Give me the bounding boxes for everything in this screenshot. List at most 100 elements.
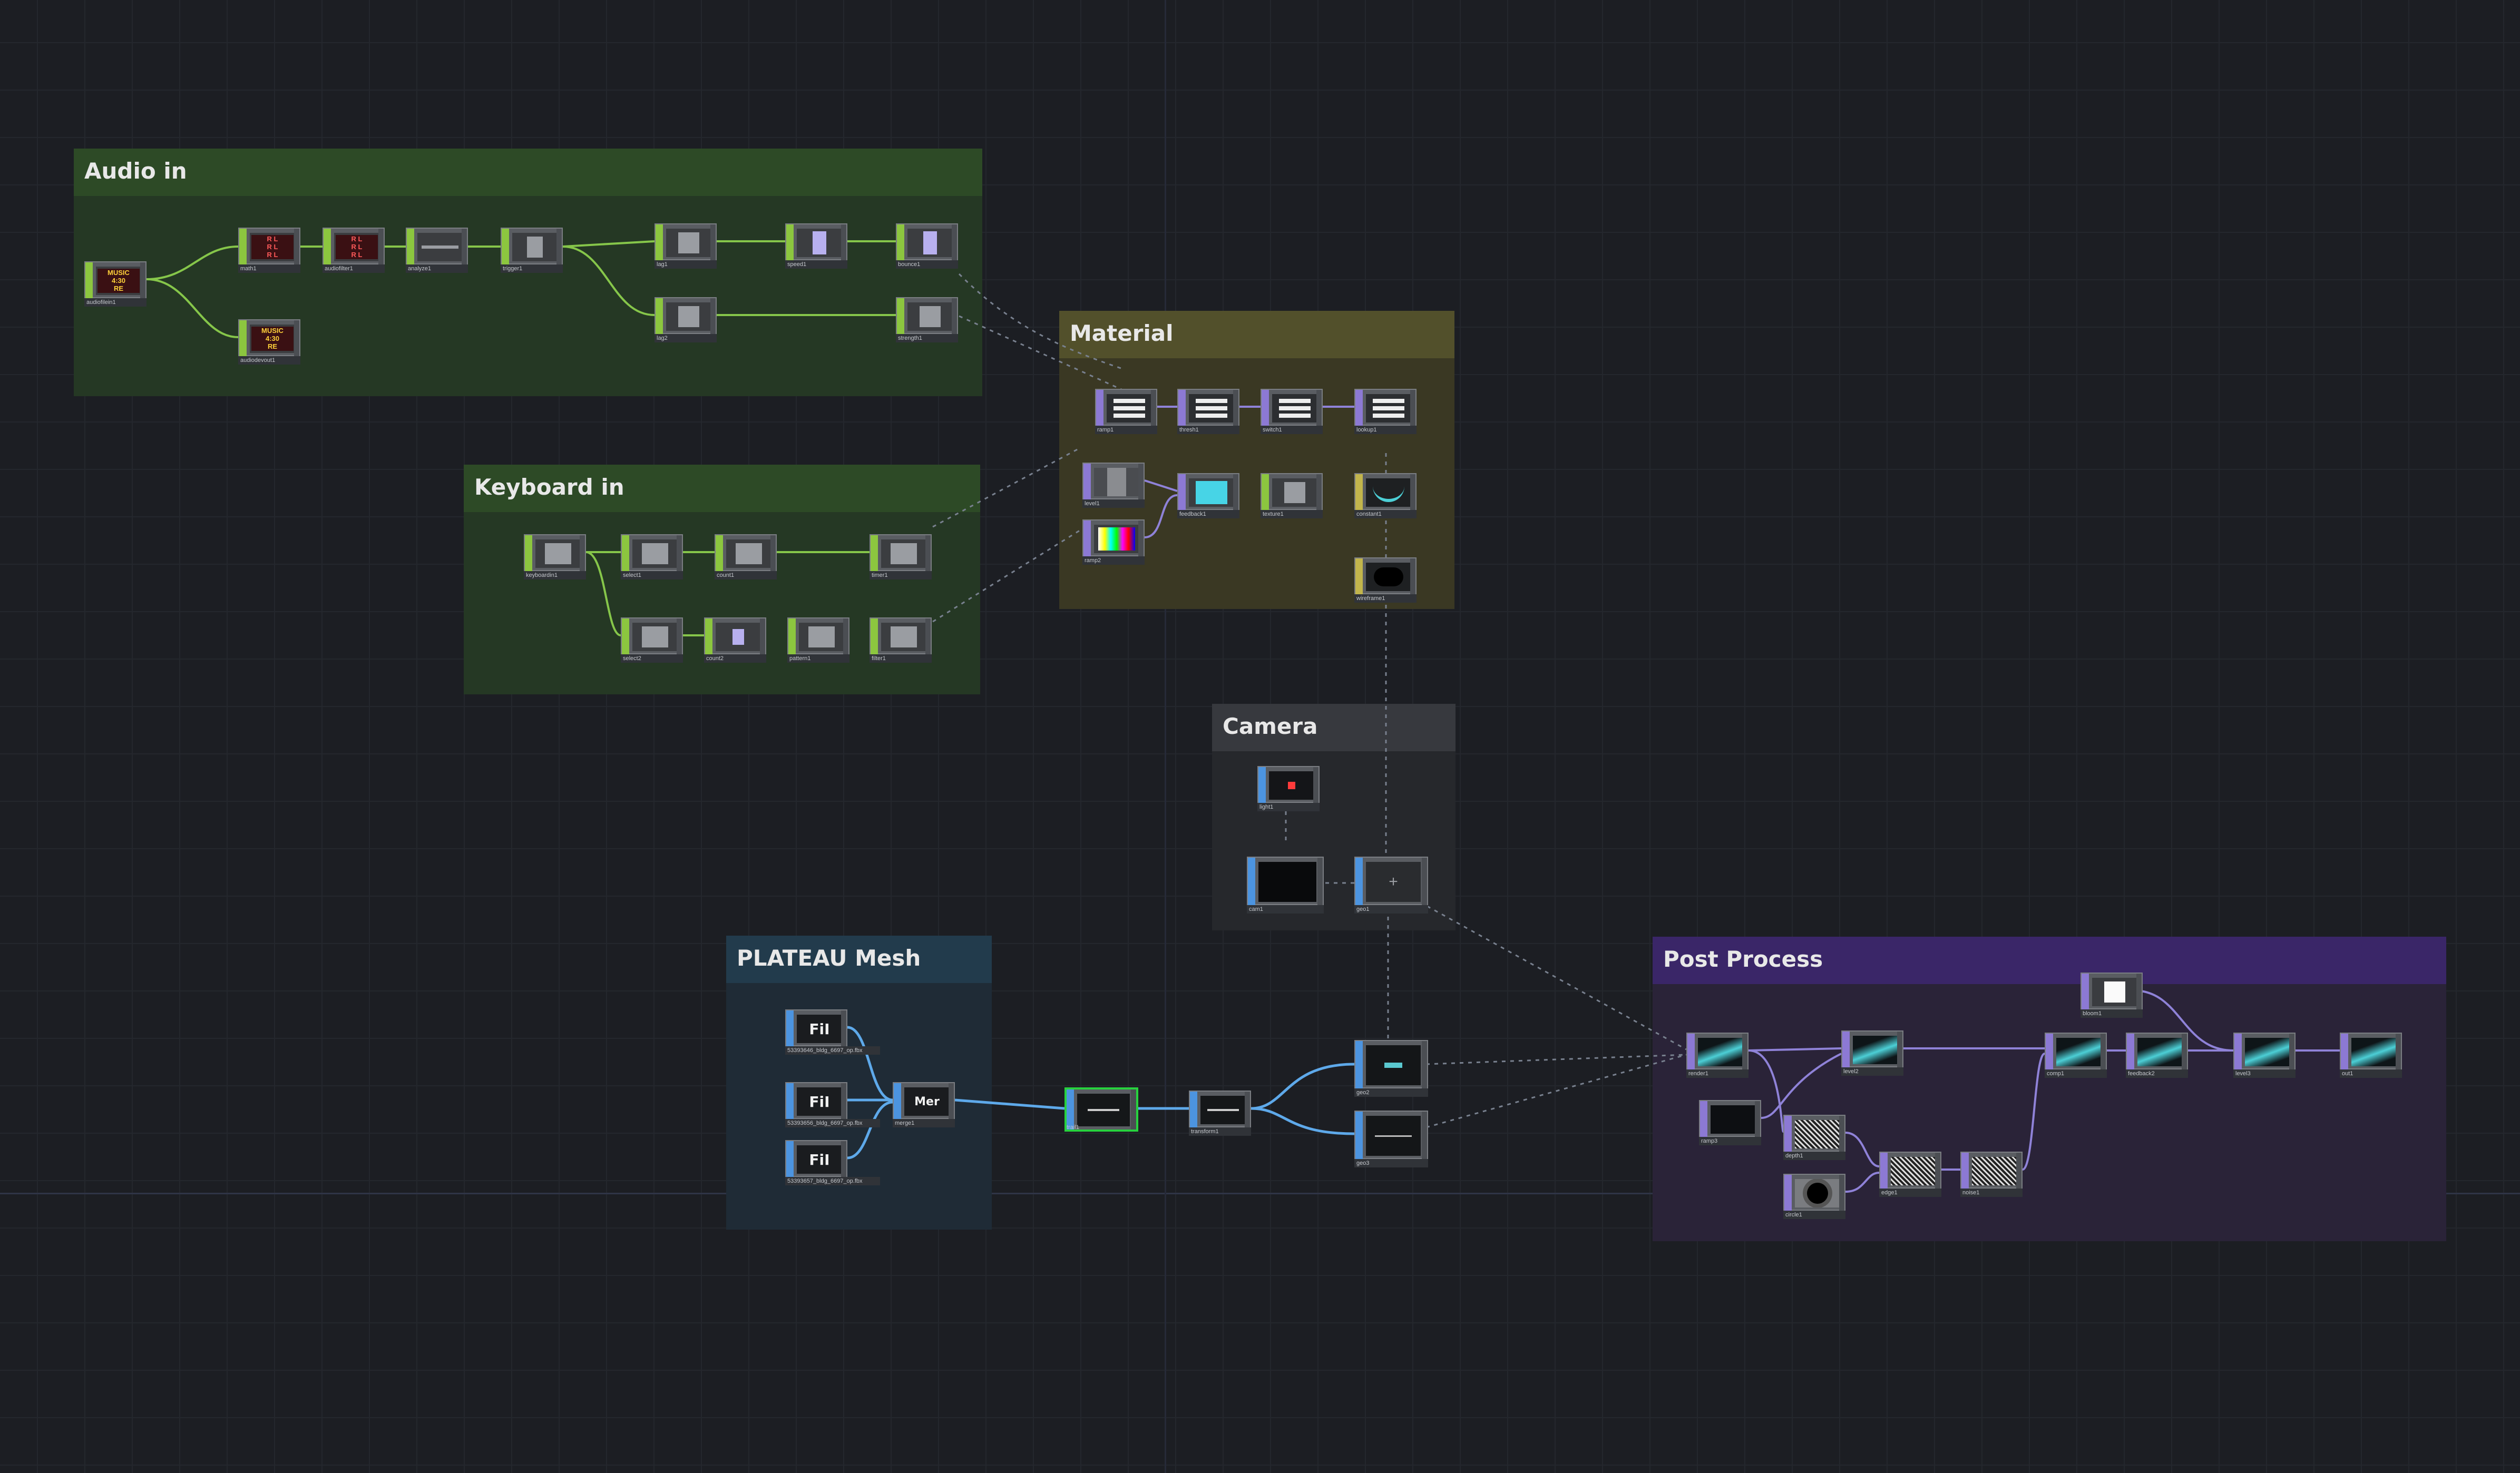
pattern-node[interactable]: pattern1 xyxy=(787,617,851,664)
node-name: timer1 xyxy=(870,571,932,580)
node-name: audiofilein1 xyxy=(84,298,146,307)
feedback-node[interactable]: feedback1 xyxy=(1177,473,1241,519)
reference-wire xyxy=(958,273,1123,370)
ramp2-node[interactable]: ramp2 xyxy=(1082,519,1146,566)
node-name: keyboardin1 xyxy=(524,571,586,580)
wire xyxy=(562,246,655,316)
node-name: geo2 xyxy=(1354,1088,1428,1097)
wire xyxy=(1748,1047,1842,1052)
wire xyxy=(1251,1063,1355,1110)
file-in-glyph: FiI xyxy=(809,1093,830,1111)
node-name: feedback2 xyxy=(2126,1069,2188,1078)
circle-node[interactable]: circle1 xyxy=(1783,1174,1847,1220)
ramp1-node[interactable]: ramp1 xyxy=(1095,389,1158,435)
node-name: audiofilter1 xyxy=(323,264,385,273)
select2-node[interactable]: select2 xyxy=(621,617,684,664)
reference-wire xyxy=(1425,1054,1687,1128)
lag2-node[interactable]: lag2 xyxy=(655,297,718,343)
audiofilter-node[interactable]: R LR LR L audiofilter1 xyxy=(323,228,386,274)
wire xyxy=(847,1026,893,1102)
node-name: analyze1 xyxy=(406,264,468,273)
reference-wire xyxy=(932,447,1081,528)
edge-node[interactable]: edge1 xyxy=(1879,1152,1942,1198)
reference-wire xyxy=(932,526,1086,623)
wireframe-node[interactable]: wireframe1 xyxy=(1354,557,1418,604)
node-name: lag2 xyxy=(655,334,717,342)
thresh-node[interactable]: thresh1 xyxy=(1177,389,1241,435)
node-name: strength1 xyxy=(896,334,958,342)
render1-node[interactable]: render1 xyxy=(1686,1033,1750,1079)
node-name: bounce1 xyxy=(896,260,958,269)
filter-node[interactable]: filter1 xyxy=(870,617,933,664)
level1-node[interactable]: level1 xyxy=(1082,463,1146,509)
keyboardin-node[interactable]: keyboardin1 xyxy=(524,534,587,581)
node-name: 53393657_bldg_6697_op.fbx xyxy=(785,1177,880,1185)
constant-node[interactable]: constant1 xyxy=(1354,473,1418,519)
count1-node[interactable]: count1 xyxy=(715,534,778,581)
file3-node[interactable]: FiI 53393657_bldg_6697_op.fbx xyxy=(785,1140,880,1186)
trail-node[interactable]: trail1 xyxy=(1064,1087,1138,1134)
node-name: geo3 xyxy=(1354,1159,1428,1167)
speed1-node[interactable]: speed1 xyxy=(785,223,848,270)
texture-node[interactable]: texture1 xyxy=(1261,473,1324,519)
timer-node[interactable]: timer1 xyxy=(870,534,933,581)
lookup-node[interactable]: lookup1 xyxy=(1354,389,1418,435)
bounce-node[interactable]: bounce1 xyxy=(896,223,959,270)
comp1-node[interactable]: comp1 xyxy=(2045,1033,2108,1079)
node-name: geo1 xyxy=(1354,905,1428,914)
node-name: out1 xyxy=(2340,1069,2402,1078)
geo3-node[interactable]: geo3 xyxy=(1354,1111,1428,1167)
wire xyxy=(1144,479,1178,492)
node-name: constant1 xyxy=(1354,510,1417,518)
reference-wire xyxy=(1425,1054,1687,1065)
wire xyxy=(2022,1053,2046,1171)
file1-node[interactable]: FiI 53393646_bldg_6697_op.fbx xyxy=(785,1009,880,1056)
math1-node[interactable]: R LR LR L math1 xyxy=(238,228,301,274)
analyze-node[interactable]: analyze1 xyxy=(406,228,469,274)
select1-node[interactable]: select1 xyxy=(621,534,684,581)
audiofilein-node[interactable]: MUSIC 4:30 RE audiofilein1 xyxy=(84,261,148,308)
node-name: math1 xyxy=(238,264,300,273)
feedback2-node[interactable]: feedback2 xyxy=(2126,1033,2189,1079)
node-name: level3 xyxy=(2233,1069,2296,1078)
audiodevout-node[interactable]: MUSIC 4:30 RE audiodevout1 xyxy=(238,319,301,366)
node-name: switch1 xyxy=(1261,426,1323,434)
node-name: thresh1 xyxy=(1177,426,1239,434)
file-in-glyph: FiI xyxy=(809,1020,830,1038)
network-editor-canvas[interactable]: Audio in Keyboard in Material Camera PLA… xyxy=(0,0,2520,1473)
switch1-node[interactable]: switch1 xyxy=(1261,389,1324,435)
node-name: level1 xyxy=(1082,499,1145,508)
node-name: feedback1 xyxy=(1177,510,1239,518)
node-name: bloom1 xyxy=(2081,1009,2143,1018)
wire xyxy=(146,246,239,280)
merge-node[interactable]: Mer merge1 xyxy=(893,1082,956,1128)
file-in-glyph: FiI xyxy=(809,1151,830,1168)
wire xyxy=(146,278,239,338)
level2-node[interactable]: level2 xyxy=(1841,1030,1904,1077)
wire xyxy=(1251,1107,1355,1135)
out1-node[interactable]: out1 xyxy=(2340,1033,2403,1079)
level3-node[interactable]: level3 xyxy=(2233,1033,2297,1079)
transform-node[interactable]: transform1 xyxy=(1189,1091,1252,1137)
node-name: wireframe1 xyxy=(1354,594,1417,603)
geo2-node[interactable]: geo2 xyxy=(1354,1040,1428,1097)
cam-node[interactable]: cam1 xyxy=(1247,857,1324,914)
wire xyxy=(562,240,655,248)
wire xyxy=(1761,1053,1842,1119)
wire xyxy=(585,551,621,636)
node-name: noise1 xyxy=(1960,1189,2023,1197)
geo1-node[interactable]: + geo1 xyxy=(1354,857,1428,914)
node-name: level2 xyxy=(1841,1067,1903,1076)
strength-node[interactable]: strength1 xyxy=(896,297,959,343)
node-name: count1 xyxy=(715,571,777,580)
bloom-node[interactable]: bloom1 xyxy=(2081,973,2144,1019)
noise-node[interactable]: noise1 xyxy=(1960,1152,2024,1198)
light-node[interactable]: light1 xyxy=(1257,766,1321,812)
ramp3-node[interactable]: ramp3 xyxy=(1699,1100,1762,1146)
node-name: lag1 xyxy=(655,260,717,269)
depth-node[interactable]: depth1 xyxy=(1783,1115,1847,1161)
file2-node[interactable]: FiI 53393656_bldg_6697_op.fbx xyxy=(785,1082,880,1128)
lag1-node[interactable]: lag1 xyxy=(655,223,718,270)
trigger-node[interactable]: trigger1 xyxy=(501,228,564,274)
count2-node[interactable]: count2 xyxy=(704,617,767,664)
